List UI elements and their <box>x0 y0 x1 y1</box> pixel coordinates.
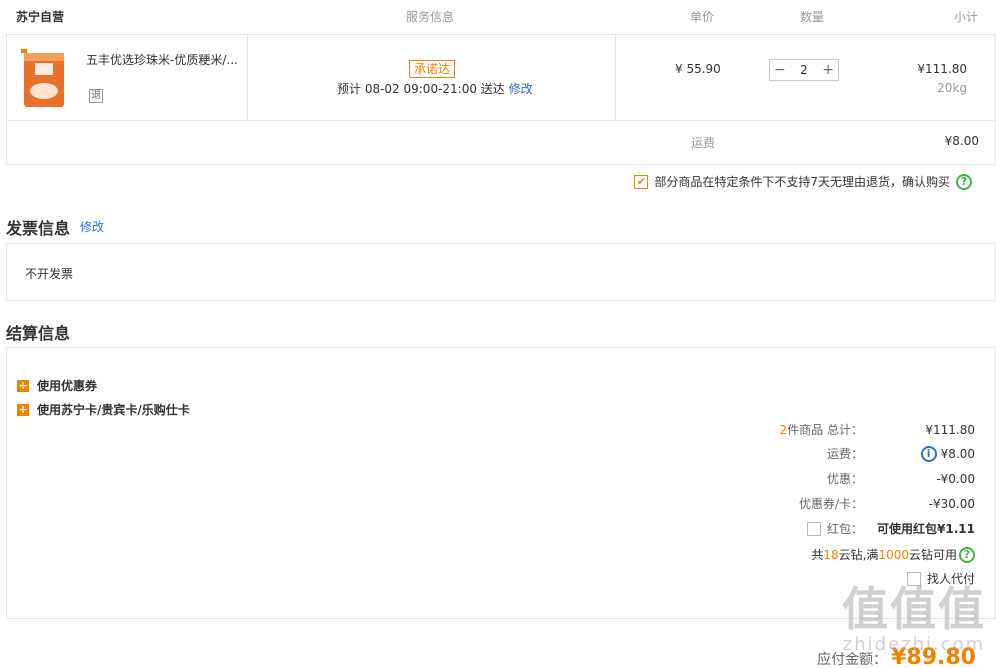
redpack-label-cell: 红包： <box>743 520 863 537</box>
agree-text: 部分商品在特定条件下不支持7天无理由退货，确认购买 <box>654 175 950 189</box>
invoice-title: 发票信息 <box>6 219 71 238</box>
discount-value: -¥0.00 <box>936 471 975 486</box>
summary-freight-value: ¥8.00 <box>940 446 975 461</box>
shop-label: 苏宁自营 <box>16 10 65 24</box>
edit-delivery-link[interactable]: 修改 <box>509 82 533 96</box>
summary-diamond: 共 18 云钻,满 1000 云钻可用 ? <box>811 546 975 563</box>
column-divider <box>247 35 248 120</box>
delivery-text: 预计 08-02 09:00-21:00 送达 <box>337 82 505 96</box>
cart-item-row: 五丰优选珍珠米-优质粳米/... 退 承诺达 预计 08-02 09:00-21… <box>6 34 996 121</box>
help-icon[interactable]: ? <box>956 173 972 190</box>
settlement-box: + 使用优惠券 + 使用苏宁卡/贵宾卡/乐购仕卡 2件商品 总计： ¥111.8… <box>6 347 996 619</box>
order-header: 苏宁自营 服务信息 单价 数量 小计 <box>0 0 996 34</box>
watermark-logo: 值值值 <box>842 582 986 636</box>
qty-plus-button[interactable]: + <box>822 62 834 78</box>
use-card-option[interactable]: + 使用苏宁卡/贵宾卡/乐购仕卡 <box>17 401 190 418</box>
redpack-label: 红包： <box>826 522 863 536</box>
plus-icon: + <box>17 402 29 416</box>
diamond-need: 1000 <box>878 547 909 562</box>
summary-coupon: 优惠券/卡： -¥30.00 <box>743 495 975 512</box>
return-policy-agree: ✔ 部分商品在特定条件下不支持7天无理由退货，确认购买 ? <box>634 173 972 190</box>
return-badge: 退 <box>89 89 103 103</box>
freight-label: 运费 <box>691 136 716 150</box>
column-divider <box>615 35 616 120</box>
summary-freight-label: 运费： <box>826 447 863 461</box>
coupon-value: -¥30.00 <box>928 496 975 511</box>
item-weight: 20kg <box>937 81 967 95</box>
redpack-value: 可使用红包¥1.11 <box>877 522 975 536</box>
quantity-stepper: − 2 + <box>769 59 839 81</box>
product-name[interactable]: 五丰优选珍珠米-优质粳米/... <box>86 51 246 68</box>
invoice-box: 不开发票 <box>6 243 996 301</box>
discount-label: 优惠： <box>826 472 863 486</box>
summary-redpack: 红包： 可使用红包¥1.11 <box>743 520 975 537</box>
watermark: 值值值 zhidezhi.com <box>842 584 986 655</box>
items-label: 件商品 总计： <box>787 423 863 437</box>
qty-value[interactable]: 2 <box>800 63 808 77</box>
items-total-value: ¥111.80 <box>925 422 975 437</box>
quantity-header: 数量 <box>800 10 825 24</box>
product-image[interactable] <box>21 49 67 109</box>
edit-invoice-link[interactable]: 修改 <box>80 218 104 235</box>
watermark-url: zhidezhi.com <box>842 634 986 655</box>
use-coupon-option[interactable]: + 使用优惠券 <box>17 377 97 394</box>
summary-freight: 运费： i ¥8.00 <box>743 445 975 462</box>
info-icon[interactable]: i <box>920 445 937 462</box>
freight-value: ¥8.00 <box>944 134 979 148</box>
settlement-title: 结算信息 <box>6 324 71 343</box>
service-header: 服务信息 <box>406 10 455 24</box>
summary-items-total: 2件商品 总计： ¥111.80 <box>743 421 975 438</box>
use-coupon-label: 使用优惠券 <box>37 379 98 393</box>
agree-checkbox[interactable]: ✔ <box>634 174 649 189</box>
plus-icon: + <box>17 378 29 392</box>
coupon-label: 优惠券/卡： <box>798 497 863 511</box>
freight-row: 运费 ¥8.00 <box>6 121 996 165</box>
subtotal-header: 小计 <box>954 10 979 24</box>
delivery-info: 预计 08-02 09:00-21:00 送达 修改 <box>337 80 533 97</box>
diamond-post: 云钻可用 <box>908 548 957 562</box>
redpack-checkbox[interactable] <box>806 521 821 536</box>
unit-price-header: 单价 <box>690 10 715 24</box>
diamond-pre: 共 <box>811 548 824 562</box>
qty-minus-button[interactable]: − <box>774 62 786 78</box>
items-total-label: 2件商品 总计： <box>743 421 863 438</box>
diamond-have: 18 <box>823 547 839 562</box>
summary-discount: 优惠： -¥0.00 <box>743 470 975 487</box>
use-card-label: 使用苏宁卡/贵宾卡/乐购仕卡 <box>37 403 190 417</box>
diamond-mid: 云钻,满 <box>838 548 879 562</box>
summary-freight-cell: i ¥8.00 <box>863 445 975 462</box>
item-subtotal: ¥111.80 <box>917 62 967 76</box>
invoice-value: 不开发票 <box>25 267 74 281</box>
help-icon[interactable]: ? <box>959 546 975 563</box>
promise-badge: 承诺达 <box>409 60 456 78</box>
unit-price: ¥ 55.90 <box>675 62 721 76</box>
